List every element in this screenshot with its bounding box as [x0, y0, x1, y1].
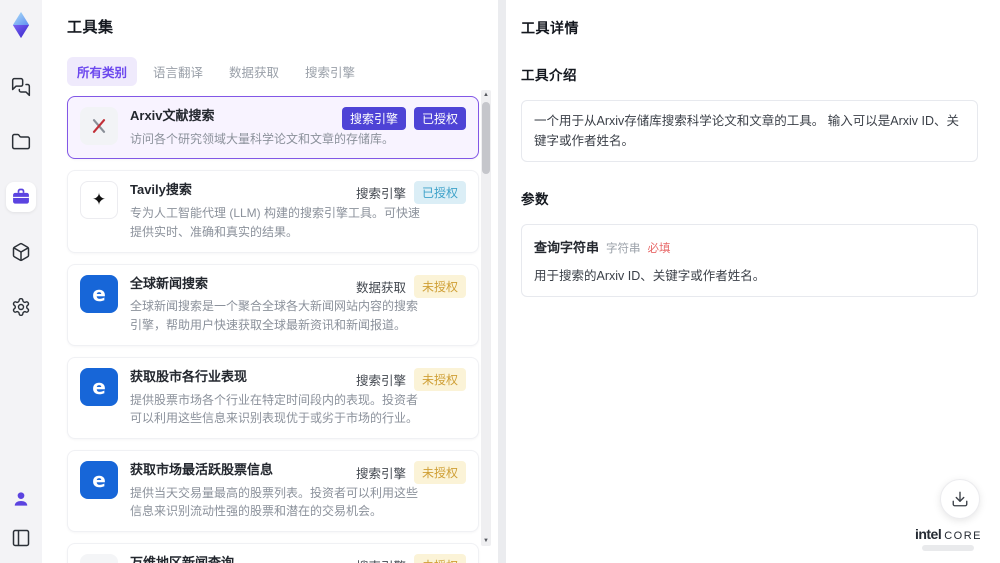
category-label: 搜索引擎: [355, 373, 406, 388]
app-logo-icon[interactable]: [6, 10, 36, 40]
arxiv-logo-icon: [80, 107, 118, 145]
params-section-title: 参数: [521, 192, 549, 207]
folder-icon: [11, 133, 31, 150]
cube-icon: [12, 242, 30, 262]
download-icon: [952, 491, 968, 507]
gear-icon: [12, 297, 30, 317]
tool-list-item[interactable]: 万维地区新闻查询查询具体行政区划内的新闻，快速了解各地新闻动搜索引擎未授权: [67, 542, 479, 563]
category-tabs: 所有类别 语言翻译 数据获取 搜索引擎: [67, 57, 498, 86]
auth-status-badge: 未授权: [413, 274, 466, 298]
brand-core-text: CORE: [944, 530, 982, 542]
intel-core-logo: intel CORE: [915, 526, 982, 551]
sidebar-item-plugins[interactable]: [6, 237, 36, 267]
brand-subtext-bar: [922, 545, 975, 551]
list-scrollbar[interactable]: ▲ ▼: [481, 90, 491, 546]
page-title: 工具集: [67, 19, 114, 36]
user-icon: [14, 492, 28, 506]
chat-icon: [11, 77, 31, 97]
tool-description: 提供股票市场各个行业在特定时间段内的表现。投资者可以利用这些信息来识别表现优于或…: [130, 392, 419, 426]
auth-status-badge: 未授权: [413, 367, 466, 391]
tavily-star-icon: ✦: [80, 181, 118, 220]
sidebar-nav: [6, 72, 36, 322]
tool-badges: 搜索引擎未授权: [356, 553, 466, 563]
intro-section-title: 工具介绍: [521, 68, 577, 83]
tool-list-panel: 工具集 所有类别 语言翻译 数据获取 搜索引擎 Arxiv文献搜索 访问各个研究领域大量…: [42, 0, 498, 563]
param-name: 查询字符串: [534, 240, 600, 255]
scrollbar-thumb[interactable]: [482, 102, 490, 174]
category-badge: 搜索引擎: [341, 107, 406, 130]
tool-badges: 搜索引擎 已授权: [355, 181, 466, 205]
tool-badges: 数据获取 未授权: [355, 274, 466, 298]
briefcase-icon: [13, 188, 29, 204]
download-button[interactable]: [940, 479, 980, 519]
news-search-icon: e: [80, 367, 118, 406]
auth-status-badge: 未授权: [413, 553, 466, 563]
category-label: 搜索引擎: [355, 187, 406, 202]
app-root: 工具集 所有类别 语言翻译 数据获取 搜索引擎 Arxiv文献搜索 访问各个研究领域大量…: [0, 0, 1000, 563]
tool-description: 全球新闻搜索是一个聚合全球各大新闻网站内容的搜索引擎，帮助用户快速获取全球最新资…: [130, 299, 419, 333]
intro-text-box: 一个用于从Arxiv存储库搜索科学论文和文章的工具。 输入可以是Arxiv ID…: [521, 100, 978, 162]
scroll-up-arrow[interactable]: ▲: [481, 90, 491, 100]
sidebar-rail: [0, 0, 42, 563]
param-description: 用于搜索的Arxiv ID、关键字或作者姓名。: [534, 269, 766, 283]
tool-badges: 搜索引擎 已授权: [341, 107, 466, 130]
category-label: 搜索引擎: [355, 466, 406, 481]
user-avatar[interactable]: [6, 484, 36, 514]
tool-list-item[interactable]: e 获取股市各行业表现 提供股票市场各个行业在特定时间段内的表现。投资者可以利用这些…: [67, 356, 479, 439]
tab-category-2[interactable]: 数据获取: [219, 57, 289, 86]
sidebar-item-chat[interactable]: [6, 72, 36, 102]
panel-left-icon: [12, 529, 30, 547]
tab-category-1[interactable]: 语言翻译: [143, 57, 213, 86]
sidebar-bottom: [6, 484, 36, 553]
category-label: 搜索引擎: [356, 556, 406, 563]
tool-description: 访问各个研究领域大量科学论文和文章的存储库。: [130, 131, 395, 146]
auth-status-badge: 已授权: [413, 107, 466, 130]
param-required-flag: 必填: [647, 243, 671, 255]
panel-toggle-button[interactable]: [6, 523, 36, 553]
news-search-icon: e: [80, 460, 118, 499]
tool-detail-panel: 工具详情 工具介绍 一个用于从Arxiv存储库搜索科学论文和文章的工具。 输入可…: [506, 0, 1000, 563]
tool-description: 专为人工智能代理 (LLM) 构建的搜索引擎工具。可快速提供实时、准确和真实的结…: [130, 206, 421, 239]
tab-category-0[interactable]: 所有类别: [67, 57, 138, 86]
sidebar-item-toolbox[interactable]: [6, 182, 36, 212]
building-icon: [80, 553, 118, 563]
param-type: 字符串: [606, 243, 641, 255]
category-label: 数据获取: [355, 280, 406, 295]
sidebar-item-settings[interactable]: [6, 292, 36, 322]
tool-badges: 搜索引擎未授权: [355, 367, 466, 391]
auth-status-badge: 未授权: [413, 460, 466, 484]
tool-description: 提供当天交易量最高的股票列表。投资者可以利用这些信息来识别流动性强的股票和潜在的…: [130, 485, 419, 519]
tool-list-item[interactable]: e 获取市场最活跃股票信息 提供当天交易量最高的股票列表。投资者可以利用这些信息来识…: [67, 449, 479, 532]
param-card: 查询字符串 字符串 必填 用于搜索的Arxiv ID、关键字或作者姓名。: [521, 224, 978, 297]
tool-list: Arxiv文献搜索 访问各个研究领域大量科学论文和文章的存储库。 搜索引擎 已授权 ✦ T…: [67, 96, 479, 563]
scroll-down-arrow[interactable]: ▼: [481, 536, 491, 546]
tool-name: 万维地区新闻查询: [130, 554, 235, 563]
tool-badges: 搜索引擎未授权: [355, 460, 466, 484]
tool-list-item[interactable]: Arxiv文献搜索 访问各个研究领域大量科学论文和文章的存储库。 搜索引擎 已授权: [67, 96, 479, 160]
brand-intel-text: intel: [914, 526, 942, 542]
sidebar-item-files[interactable]: [6, 127, 36, 157]
tab-category-3[interactable]: 搜索引擎: [295, 57, 365, 86]
tool-list-item[interactable]: e 全球新闻搜索 全球新闻搜索是一个聚合全球各大新闻网站内容的搜索引擎，帮助用户快速…: [67, 263, 479, 346]
detail-title: 工具详情: [521, 20, 579, 36]
auth-status-badge: 已授权: [413, 181, 466, 205]
tool-list-item[interactable]: ✦ Tavily搜索 专为人工智能代理 (LLM) 构建的搜索引擎工具。可快速提供实…: [67, 170, 479, 253]
news-search-icon: e: [80, 274, 118, 313]
